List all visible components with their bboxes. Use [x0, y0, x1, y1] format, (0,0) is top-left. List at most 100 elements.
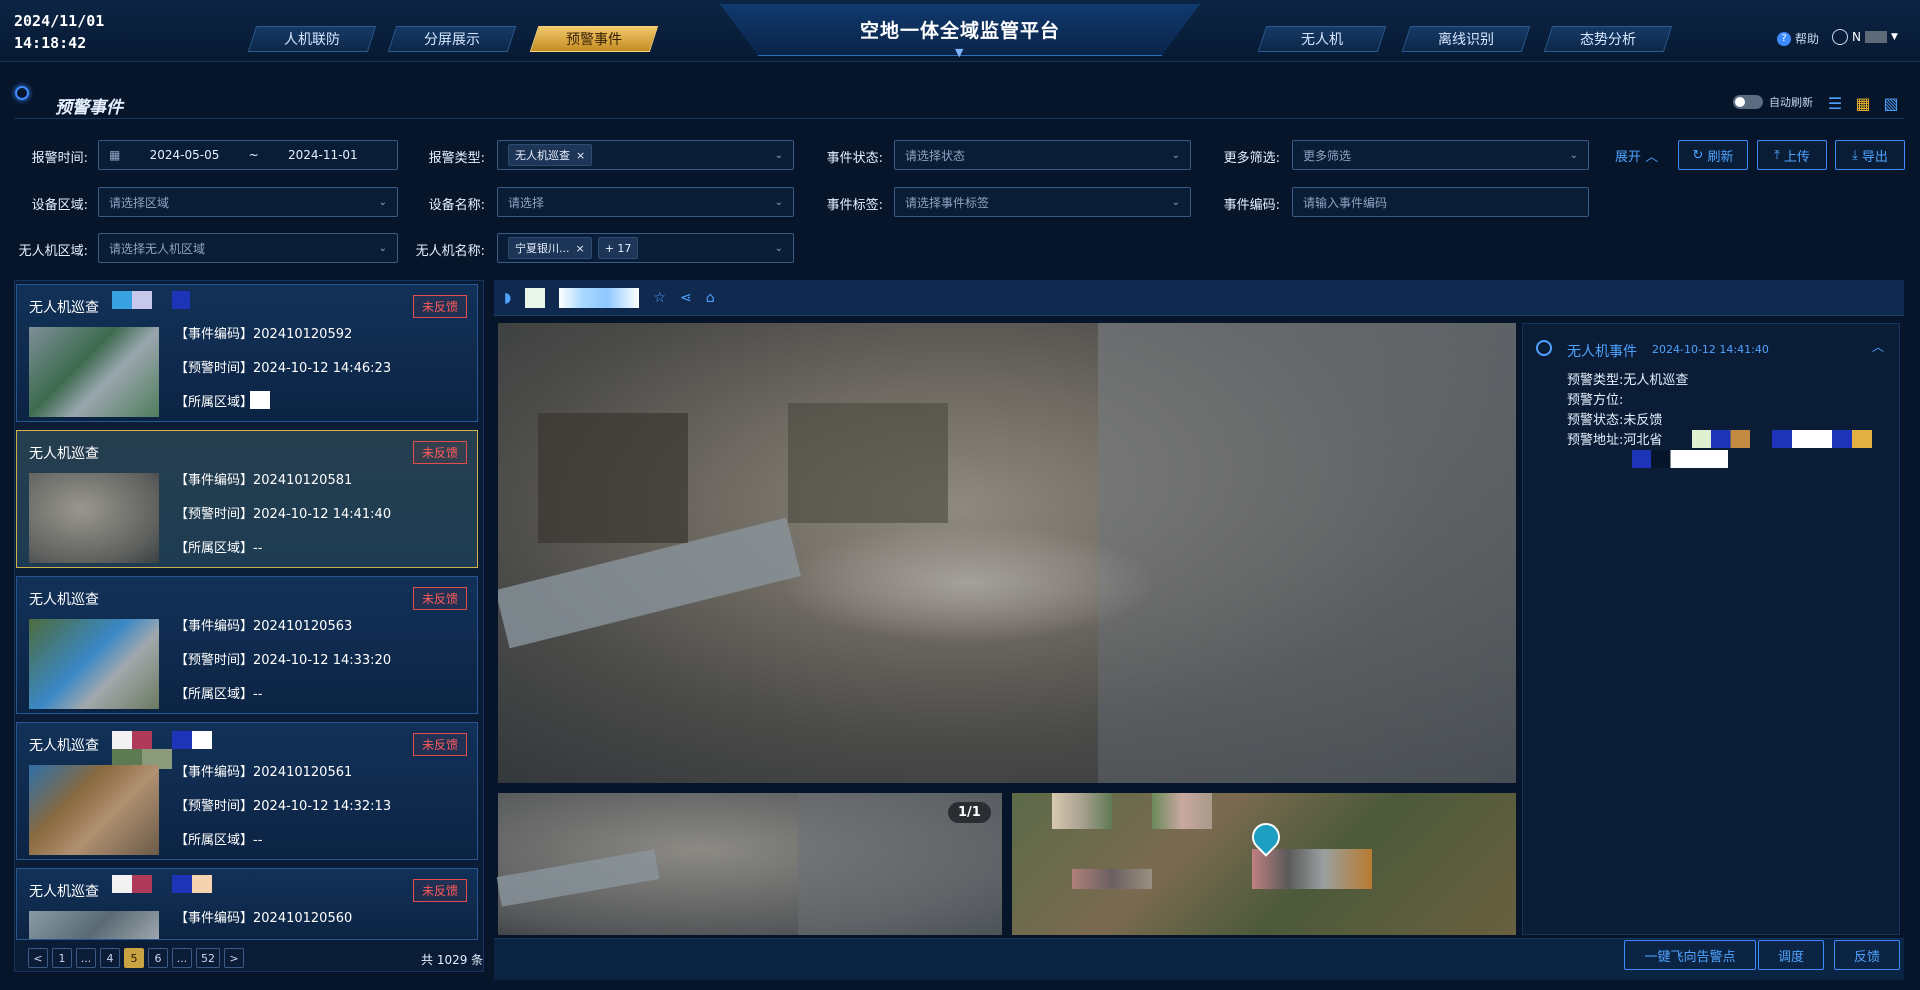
- tab-label: 预警事件: [566, 32, 622, 48]
- event-main-image[interactable]: [498, 323, 1516, 783]
- next-page-button[interactable]: >: [224, 948, 244, 968]
- prev-page-button[interactable]: <: [28, 948, 48, 968]
- chevron-up-icon[interactable]: ︿: [1872, 338, 1884, 355]
- export-button[interactable]: ⤓ 导出: [1835, 140, 1905, 170]
- auto-refresh[interactable]: 自动刷新: [1733, 94, 1813, 110]
- device-area-label: 设备区域:: [31, 198, 88, 213]
- event-area: 【所属区域】--: [175, 829, 262, 848]
- event-card[interactable]: 无人机巡查 未反馈 【事件编码】202410120560: [16, 868, 478, 940]
- page-button[interactable]: 52: [196, 948, 220, 968]
- event-code-value: 202410120581: [253, 473, 353, 488]
- export-icon: ⤓: [1852, 147, 1858, 163]
- more-filter-label: 更多筛选:: [1223, 151, 1280, 166]
- tab-label: 态势分析: [1580, 32, 1636, 48]
- chevron-down-icon: ⌄: [774, 149, 783, 161]
- redacted-block: [1632, 450, 1728, 468]
- device-name-select[interactable]: 请选择 ⌄: [497, 187, 794, 217]
- tag-icon[interactable]: ⌂: [706, 290, 715, 306]
- event-code-label: 【事件编码】: [175, 327, 254, 342]
- drone-name-select[interactable]: 宁夏银川... × + 17 ⌄: [497, 233, 794, 263]
- device-area-select[interactable]: 请选择区域 ⌄: [98, 187, 398, 217]
- total-count: 共 1029 条: [421, 953, 484, 967]
- auto-refresh-toggle[interactable]: [1733, 95, 1763, 109]
- tab-situation-analysis[interactable]: 态势分析: [1543, 26, 1673, 52]
- detail-type-label: 预警类型:: [1567, 373, 1624, 388]
- event-card[interactable]: 无人机巡查 未反馈 【事件编码】202410120561 【预警时间】2024-…: [16, 722, 478, 860]
- event-thumbnail[interactable]: [29, 765, 159, 855]
- close-icon[interactable]: ×: [576, 149, 585, 162]
- alarm-type-chip[interactable]: 无人机巡查 ×: [508, 144, 593, 166]
- tab-split-screen[interactable]: 分屏展示: [387, 26, 517, 52]
- event-title: 无人机巡查: [29, 738, 99, 754]
- event-area-label: 【所属区域】: [175, 395, 254, 410]
- section-icon: [15, 86, 29, 100]
- detail-time: 2024-10-12 14:41:40: [1652, 343, 1769, 356]
- chevron-down-icon[interactable]: ▼: [955, 46, 963, 59]
- feedback-button[interactable]: 反馈: [1834, 940, 1900, 970]
- tab-label: 人机联防: [284, 32, 340, 48]
- more-filter-select[interactable]: 更多筛选 ⌄: [1292, 140, 1589, 170]
- chevron-down-icon: ▼: [1890, 32, 1898, 42]
- page-button[interactable]: 1: [52, 948, 72, 968]
- redacted-block: [172, 875, 212, 893]
- detail-status-label: 预警状态:: [1567, 413, 1624, 428]
- status-badge: 未反馈: [412, 733, 467, 756]
- page-button[interactable]: 4: [100, 948, 120, 968]
- help-link[interactable]: ? 帮助: [1777, 30, 1819, 47]
- alarm-type-select[interactable]: 无人机巡查 × ⌄: [497, 140, 794, 170]
- event-sub-image[interactable]: [496, 793, 1002, 935]
- event-time: 【预警时间】2024-10-12 14:46:23: [175, 357, 391, 376]
- device-name-placeholder: 请选择: [508, 195, 545, 210]
- event-code-value: 202410120592: [253, 327, 353, 342]
- fly-to-alarm-button[interactable]: 一键飞向告警点: [1624, 940, 1756, 970]
- page-button[interactable]: 6: [148, 948, 168, 968]
- event-card[interactable]: 无人机巡查 未反馈 【事件编码】202410120592 【预警时间】2024-…: [16, 284, 478, 422]
- event-card[interactable]: 无人机巡查 未反馈 【事件编码】202410120563 【预警时间】2024-…: [16, 576, 478, 714]
- upload-label: 上传: [1783, 149, 1810, 165]
- page-button-current[interactable]: 5: [124, 948, 144, 968]
- event-thumbnail[interactable]: [29, 619, 159, 709]
- refresh-button[interactable]: ↻ 刷新: [1678, 140, 1748, 170]
- event-status-select[interactable]: 请选择状态 ⌄: [894, 140, 1191, 170]
- event-area-label: 【所属区域】: [175, 541, 254, 556]
- event-time-label: 【预警时间】: [175, 799, 254, 814]
- upload-button[interactable]: ⤒ 上传: [1757, 140, 1827, 170]
- event-thumbnail[interactable]: [29, 473, 159, 563]
- list-view-icon[interactable]: ☰: [1824, 92, 1846, 114]
- drone-name-chip[interactable]: 宁夏银川... ×: [508, 237, 592, 259]
- user-name: N: [1852, 30, 1861, 44]
- event-time-value: 2024-10-12 14:33:20: [253, 653, 392, 668]
- tab-offline-recognition[interactable]: 离线识别: [1401, 26, 1531, 52]
- event-tag-select[interactable]: 请选择事件标签 ⌄: [894, 187, 1191, 217]
- event-card-selected[interactable]: 无人机巡查 未反馈 【事件编码】202410120581 【预警时间】2024-…: [16, 430, 478, 568]
- help-icon: ?: [1777, 31, 1791, 46]
- close-icon[interactable]: ×: [576, 242, 585, 255]
- date-range-picker[interactable]: ▦ 2024-05-05 ~ 2024-11-01: [98, 140, 398, 170]
- tab-drone[interactable]: 无人机: [1257, 26, 1387, 52]
- page-ellipsis[interactable]: ...: [172, 948, 192, 968]
- star-icon[interactable]: ☆: [653, 290, 666, 306]
- event-thumbnail[interactable]: [29, 327, 159, 417]
- redacted-block: [1692, 430, 1750, 448]
- event-thumbnail[interactable]: [29, 911, 159, 939]
- event-code-label: 【事件编码】: [175, 765, 254, 780]
- status-badge: 未反馈: [412, 441, 467, 464]
- user-name-redacted: [1864, 31, 1887, 43]
- event-map[interactable]: [1012, 793, 1516, 935]
- event-code-input[interactable]: 请输入事件编码: [1292, 187, 1589, 217]
- user-menu[interactable]: N ▼: [1832, 29, 1898, 45]
- share-icon[interactable]: ⋖: [680, 290, 692, 306]
- page-ellipsis[interactable]: ...: [76, 948, 96, 968]
- dispatch-button[interactable]: 调度: [1758, 940, 1824, 970]
- event-area-value: --: [253, 687, 263, 702]
- tab-joint-defense[interactable]: 人机联防: [247, 26, 377, 52]
- tab-alert-events[interactable]: 预警事件: [529, 26, 659, 52]
- drone-area-select[interactable]: 请选择无人机区域 ⌄: [98, 233, 398, 263]
- auto-refresh-label: 自动刷新: [1769, 96, 1813, 109]
- expand-label: 展开: [1615, 150, 1642, 165]
- chevron-down-icon: ⌄: [1569, 149, 1578, 161]
- expand-button[interactable]: 展开 ︿: [1615, 146, 1658, 165]
- grid-view-icon[interactable]: ▦: [1852, 92, 1874, 114]
- map-view-icon[interactable]: ▧: [1880, 92, 1902, 114]
- export-label: 导出: [1861, 149, 1888, 165]
